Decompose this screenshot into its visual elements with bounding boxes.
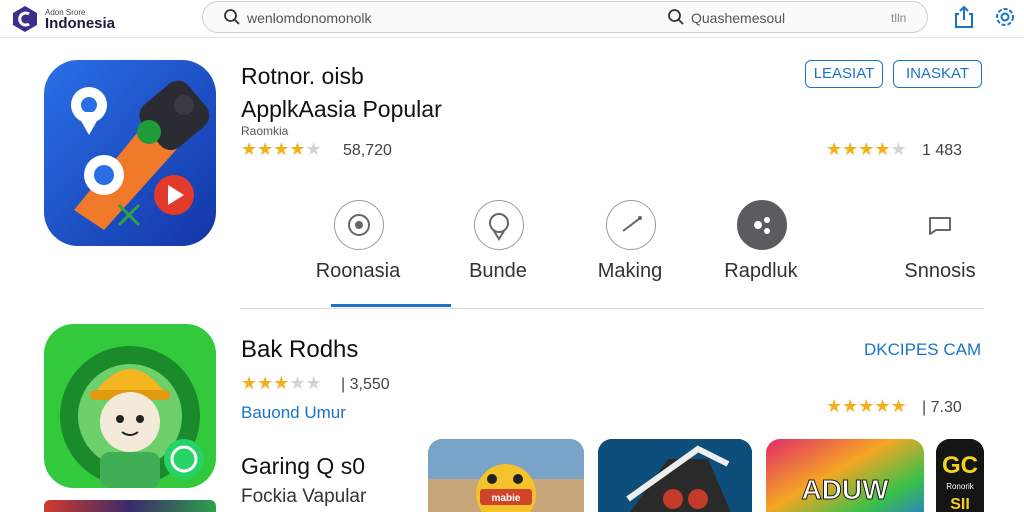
featured-app-art	[44, 60, 216, 246]
featured-rating-count-right: 1 483	[922, 142, 963, 159]
game-thumbnail[interactable]	[598, 439, 752, 512]
tools-icon	[606, 200, 656, 250]
third-app-icon[interactable]	[44, 500, 216, 512]
search-input[interactable]	[247, 10, 547, 26]
search-bar[interactable]: Quashemesoul tlln	[202, 1, 928, 33]
see-all-link[interactable]: DKCIPES CAM	[864, 340, 981, 360]
game-thumbnail[interactable]: GC Ronorik SII	[936, 439, 984, 512]
store-logo-icon	[13, 6, 37, 32]
top-bar: Adon Srore Indonesia Quashemesoul tlln	[0, 0, 1024, 38]
category-label: Snnosis	[904, 260, 976, 282]
category-divider	[241, 308, 983, 309]
chat-icon	[916, 200, 966, 250]
game-thumbnail-art: GC Ronorik SII	[936, 439, 984, 512]
right-rating-stars: ★★★★★	[826, 396, 907, 416]
logo-title: Indonesia	[45, 15, 116, 32]
search-icon	[224, 9, 240, 25]
thumbnail-sublabel2: SII	[950, 496, 970, 512]
inaskat-button[interactable]: INASKAT	[893, 60, 982, 88]
second-rating-count: | 3,550	[341, 376, 390, 393]
third-app-title[interactable]: Garing Q s0	[241, 453, 365, 480]
second-app-art	[44, 324, 216, 488]
category-bunde[interactable]: Bunde	[438, 196, 558, 296]
category-label: Bunde	[469, 260, 527, 282]
featured-rating-count: 58,720	[343, 142, 392, 159]
selected-category-indicator	[331, 304, 451, 307]
second-app-title[interactable]: Bak Rodhs	[241, 336, 358, 364]
thumbnail-label: GC	[942, 452, 978, 479]
category-making[interactable]: Making	[570, 196, 690, 296]
store-logo[interactable]: Adon Srore Indonesia	[10, 4, 150, 34]
third-app-subtitle: Fockia Vapular	[241, 486, 367, 507]
leasiat-button[interactable]: LEASIAT	[805, 60, 883, 88]
thumbnail-label: ADUW	[801, 474, 889, 505]
second-app-icon[interactable]	[44, 324, 216, 488]
game-thumbnail[interactable]: mabie	[428, 439, 584, 512]
featured-title-line1[interactable]: Rotnor. oisb	[241, 63, 364, 90]
category-snnosis[interactable]: Snnosis	[880, 196, 1000, 296]
featured-subtitle: Raomkia	[241, 124, 289, 138]
camera-icon	[334, 200, 384, 250]
category-label: Roonasia	[315, 260, 401, 282]
category-rapdluk[interactable]: Rapdluk	[701, 196, 821, 296]
right-rating-count: | 7.30	[922, 399, 962, 416]
game-thumbnail-art: ADUW	[766, 439, 924, 512]
featured-rating-stars-right: ★★★★★	[826, 139, 907, 159]
thumbnail-label: mabie	[492, 493, 521, 504]
category-roonasia[interactable]: Roonasia	[298, 196, 418, 296]
location-icon	[474, 200, 524, 250]
share-icon[interactable]	[950, 3, 978, 31]
search-icon[interactable]	[667, 8, 685, 26]
app-store-page: Adon Srore Indonesia Quashemesoul tlln	[0, 0, 1024, 512]
featured-title-line2[interactable]: ApplkAasia Popular	[241, 96, 442, 123]
game-thumbnail-art	[598, 439, 752, 512]
second-rating-stars: ★★★★★	[241, 373, 322, 393]
second-app-link[interactable]: Bauond Umur	[241, 403, 346, 423]
game-thumbnail-art: mabie	[428, 439, 584, 512]
search-filter-label[interactable]: tlln	[891, 11, 906, 25]
featured-rating-stars: ★★★★★	[241, 139, 322, 159]
game-thumbnail[interactable]: ADUW	[766, 439, 924, 512]
search-suggestion[interactable]: Quashemesoul	[691, 10, 785, 26]
featured-app-icon[interactable]	[44, 60, 216, 246]
game-icon	[737, 200, 787, 250]
category-label: Making	[597, 260, 663, 282]
category-label: Rapdluk	[724, 260, 798, 282]
thumbnail-sublabel: Ronorik	[946, 482, 975, 491]
settings-icon[interactable]	[991, 3, 1019, 31]
